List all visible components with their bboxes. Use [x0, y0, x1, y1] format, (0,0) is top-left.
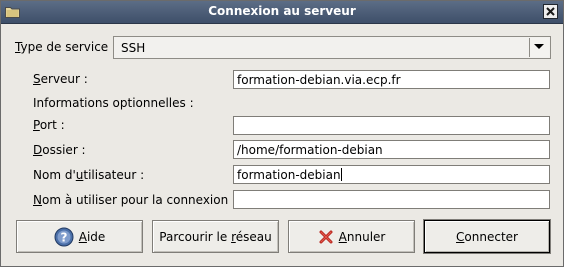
close-icon: [546, 7, 555, 16]
cancel-button[interactable]: Annuler: [288, 220, 415, 253]
connect-button[interactable]: Connecter: [424, 220, 550, 253]
service-type-select[interactable]: SSH: [113, 36, 551, 59]
server-input[interactable]: formation-debian.via.ecp.fr: [233, 70, 550, 89]
cancel-button-label: Annuler: [338, 229, 386, 244]
title-bar[interactable]: Connexion au serveur: [1, 1, 563, 24]
cancel-icon: [319, 230, 333, 243]
help-button-label: Aide: [78, 229, 106, 244]
chevron-down-icon: [534, 44, 544, 49]
port-label: Port :: [33, 118, 65, 132]
text-cursor: [340, 168, 342, 181]
browse-network-label: Parcourir le réseau: [159, 229, 272, 244]
help-button[interactable]: ? Aide: [16, 220, 143, 253]
service-type-value: SSH: [121, 41, 146, 55]
service-type-label-text: ype de service :: [20, 40, 117, 54]
port-input[interactable]: [233, 116, 550, 135]
username-value: formation-debian: [237, 168, 341, 182]
connect-button-label: Connecter: [456, 229, 518, 244]
optional-info-heading: Informations optionnelles :: [33, 96, 194, 110]
window-title: Connexion au serveur: [208, 4, 356, 18]
browse-network-button[interactable]: Parcourir le réseau: [152, 220, 279, 253]
help-icon: ?: [54, 227, 74, 246]
svg-text:?: ?: [60, 230, 67, 244]
folder-label: Dossier :: [33, 143, 86, 157]
connect-to-server-dialog: Connexion au serveur Type de service : S…: [0, 0, 564, 267]
service-type-label: Type de service :: [15, 40, 117, 54]
folder-input[interactable]: /home/formation-debian: [233, 140, 550, 159]
connection-name-input[interactable]: [233, 190, 550, 209]
connection-name-label: Nom à utiliser pour la connexion :: [33, 193, 237, 207]
username-input[interactable]: formation-debian: [233, 165, 550, 184]
server-label: Serveur :: [33, 72, 88, 86]
service-type-dropdown-button[interactable]: [529, 38, 549, 57]
close-button[interactable]: [543, 4, 558, 19]
username-label: Nom d'utilisateur :: [33, 168, 145, 182]
